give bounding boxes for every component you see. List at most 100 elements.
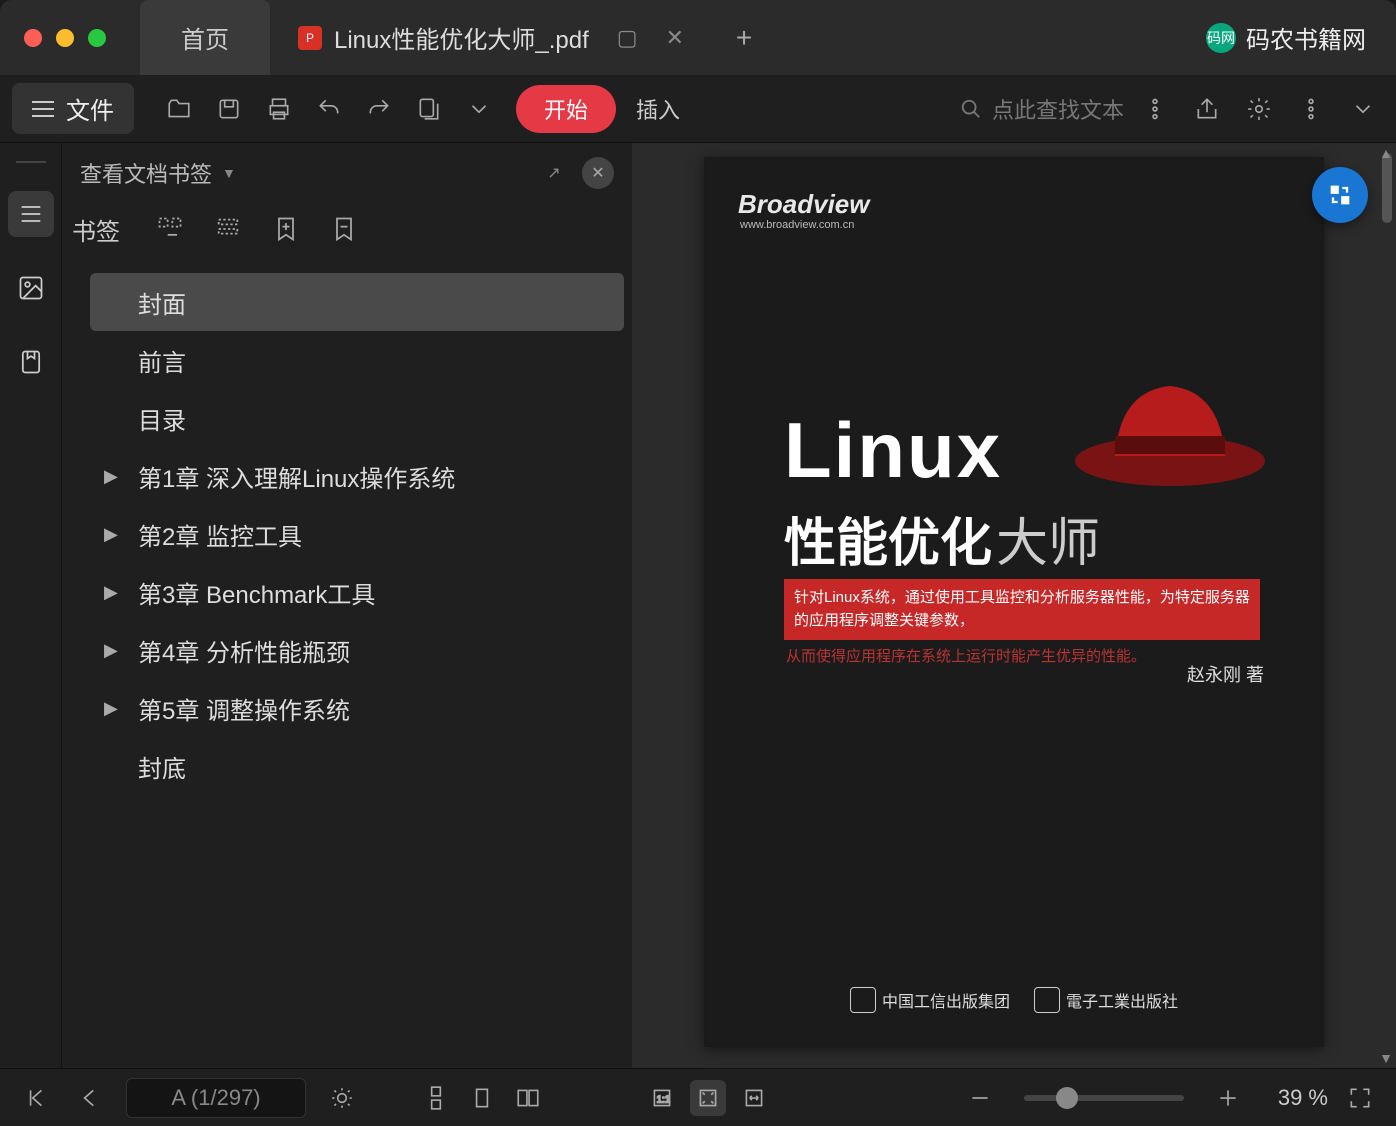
- expand-panel-icon[interactable]: ↗: [538, 157, 570, 189]
- layout-mode-group: [418, 1080, 546, 1116]
- first-page-icon[interactable]: [18, 1080, 54, 1116]
- search-icon: [960, 98, 982, 120]
- settings-icon[interactable]: [1238, 88, 1280, 130]
- two-page-icon[interactable]: [510, 1080, 546, 1116]
- detach-tab-icon[interactable]: ▢: [617, 25, 638, 51]
- bookmark-item[interactable]: 前言: [90, 331, 624, 389]
- close-window-icon[interactable]: [24, 29, 42, 47]
- single-page-icon[interactable]: [464, 1080, 500, 1116]
- bookmark-toolbar: 书签: [62, 203, 632, 255]
- convert-icon[interactable]: [408, 88, 450, 130]
- minimize-window-icon[interactable]: [56, 29, 74, 47]
- dropdown-caret-icon[interactable]: ▼: [222, 165, 236, 181]
- cover-tagline: 从而使得应用程序在系统上运行时能产生优异的性能。: [786, 646, 1146, 669]
- share-icon[interactable]: [1186, 88, 1228, 130]
- fit-mode-group: 1:1: [644, 1080, 772, 1116]
- book-subtitle: 性能优化 大师: [784, 501, 1100, 576]
- redo-icon[interactable]: [358, 88, 400, 130]
- expand-arrow-icon[interactable]: ▶: [104, 640, 122, 661]
- continuous-view-icon[interactable]: [418, 1080, 454, 1116]
- page-number-input[interactable]: A (1/297): [126, 1078, 306, 1118]
- bookmark-item-label: 前言: [138, 343, 186, 378]
- more-vertical-icon[interactable]: [1134, 88, 1176, 130]
- insert-menu-button[interactable]: 插入: [636, 93, 680, 125]
- author-label: 赵永刚 著: [1187, 661, 1264, 687]
- bookmark-item[interactable]: ▶ 第5章 调整操作系统: [90, 679, 624, 737]
- fit-width-icon[interactable]: [736, 1080, 772, 1116]
- scroll-down-icon[interactable]: ▼: [1379, 1050, 1393, 1066]
- bookmark-item-label: 目录: [138, 401, 186, 436]
- publisher-logo-text: Broadview: [738, 189, 870, 220]
- expand-arrow-icon[interactable]: ▶: [104, 582, 122, 603]
- scroll-up-icon[interactable]: ▲: [1379, 145, 1393, 161]
- bookmark-list: 封面前言目录 ▶ 第1章 深入理解Linux操作系统 ▶ 第2章 监控工具 ▶第3章 Be…: [62, 255, 632, 1068]
- tab-home[interactable]: 首页: [140, 0, 270, 75]
- rail-outline-icon[interactable]: [8, 191, 54, 237]
- pdf-file-icon: P: [298, 26, 322, 50]
- collapse-all-icon[interactable]: [210, 211, 246, 247]
- bookmarks-label: 书签: [72, 212, 120, 247]
- fit-page-icon[interactable]: [690, 1080, 726, 1116]
- bookmark-item[interactable]: ▶ 第1章 深入理解Linux操作系统: [90, 447, 624, 505]
- reading-mode-icon[interactable]: [324, 1080, 360, 1116]
- save-icon[interactable]: [208, 88, 250, 130]
- bookmark-item-label: 第1章 深入理解Linux操作系统: [138, 459, 455, 494]
- add-bookmark-icon[interactable]: [268, 211, 304, 247]
- book-title: Linux: [784, 405, 1002, 496]
- bookmark-item-label: 第4章 分析性能瓶颈: [138, 633, 350, 668]
- bookmark-item[interactable]: ▶ 第4章 分析性能瓶颈: [90, 621, 624, 679]
- rail-thumbnails-icon[interactable]: [8, 265, 54, 311]
- window-controls: [0, 29, 130, 47]
- remove-bookmark-icon[interactable]: [326, 211, 362, 247]
- bookmark-item[interactable]: 封面: [90, 273, 624, 331]
- document-viewport[interactable]: Broadview www.broadview.com.cn Linux 性能优…: [632, 143, 1396, 1068]
- toolbar: 文件 开始 插入 点此查找文本: [0, 75, 1396, 143]
- zoom-slider[interactable]: [1024, 1095, 1184, 1101]
- expand-arrow-icon[interactable]: ▶: [104, 524, 122, 545]
- file-menu-label: 文件: [66, 91, 114, 126]
- expand-all-icon[interactable]: [152, 211, 188, 247]
- file-menu-button[interactable]: 文件: [12, 83, 134, 134]
- undo-icon[interactable]: [308, 88, 350, 130]
- left-rail: [0, 143, 62, 1068]
- statusbar: A (1/297) 1:1 39 %: [0, 1068, 1396, 1126]
- page-canvas: Broadview www.broadview.com.cn Linux 性能优…: [704, 157, 1324, 1047]
- bookmark-item-label: 第5章 调整操作系统: [138, 691, 350, 726]
- bookmark-item[interactable]: 封底: [90, 737, 624, 795]
- bookmark-item[interactable]: ▶第3章 Benchmark工具: [90, 563, 624, 621]
- close-tab-icon[interactable]: ✕: [666, 25, 684, 51]
- floating-convert-button[interactable]: [1312, 167, 1368, 223]
- main-area: 查看文档书签 ▼ ↗ ✕ 书签 封面前言目录▶第1章 深入理解Linux操作系统…: [0, 143, 1396, 1068]
- collapse-ribbon-icon[interactable]: [1342, 88, 1384, 130]
- svg-text:1:1: 1:1: [657, 1094, 671, 1105]
- zoom-out-icon[interactable]: [962, 1080, 998, 1116]
- bookmark-item[interactable]: 目录: [90, 389, 624, 447]
- dropdown-icon[interactable]: [458, 88, 500, 130]
- expand-arrow-icon[interactable]: ▶: [104, 698, 122, 719]
- tab-home-label: 首页: [181, 20, 229, 55]
- open-folder-icon[interactable]: [158, 88, 200, 130]
- zoom-in-icon[interactable]: [1210, 1080, 1246, 1116]
- close-panel-icon[interactable]: ✕: [582, 157, 614, 189]
- fullscreen-icon[interactable]: [1342, 1080, 1378, 1116]
- bookmark-item[interactable]: ▶ 第2章 监控工具: [90, 505, 624, 563]
- brand: 码网 码农书籍网: [1206, 20, 1396, 55]
- bookmark-item-label: 第2章 监控工具: [138, 517, 302, 552]
- new-tab-button[interactable]: +: [724, 18, 764, 58]
- prev-page-icon[interactable]: [72, 1080, 108, 1116]
- actual-size-icon[interactable]: 1:1: [644, 1080, 680, 1116]
- vertical-scrollbar[interactable]: [1382, 153, 1392, 223]
- maximize-window-icon[interactable]: [88, 29, 106, 47]
- publisher-2: 電子工業出版社: [1034, 987, 1178, 1013]
- zoom-slider-thumb[interactable]: [1056, 1087, 1078, 1109]
- rail-attachments-icon[interactable]: [8, 339, 54, 385]
- hamburger-icon: [32, 101, 54, 117]
- start-button[interactable]: 开始: [516, 85, 616, 133]
- kebab-icon[interactable]: [1290, 88, 1332, 130]
- search-input[interactable]: 点此查找文本: [960, 93, 1124, 125]
- tab-document[interactable]: P Linux性能优化大师_.pdf ▢ ✕: [270, 0, 704, 75]
- expand-arrow-icon[interactable]: ▶: [104, 466, 122, 487]
- page-indicator-value: A (1/297): [171, 1085, 260, 1111]
- print-icon[interactable]: [258, 88, 300, 130]
- publisher-2-label: 電子工業出版社: [1066, 988, 1178, 1012]
